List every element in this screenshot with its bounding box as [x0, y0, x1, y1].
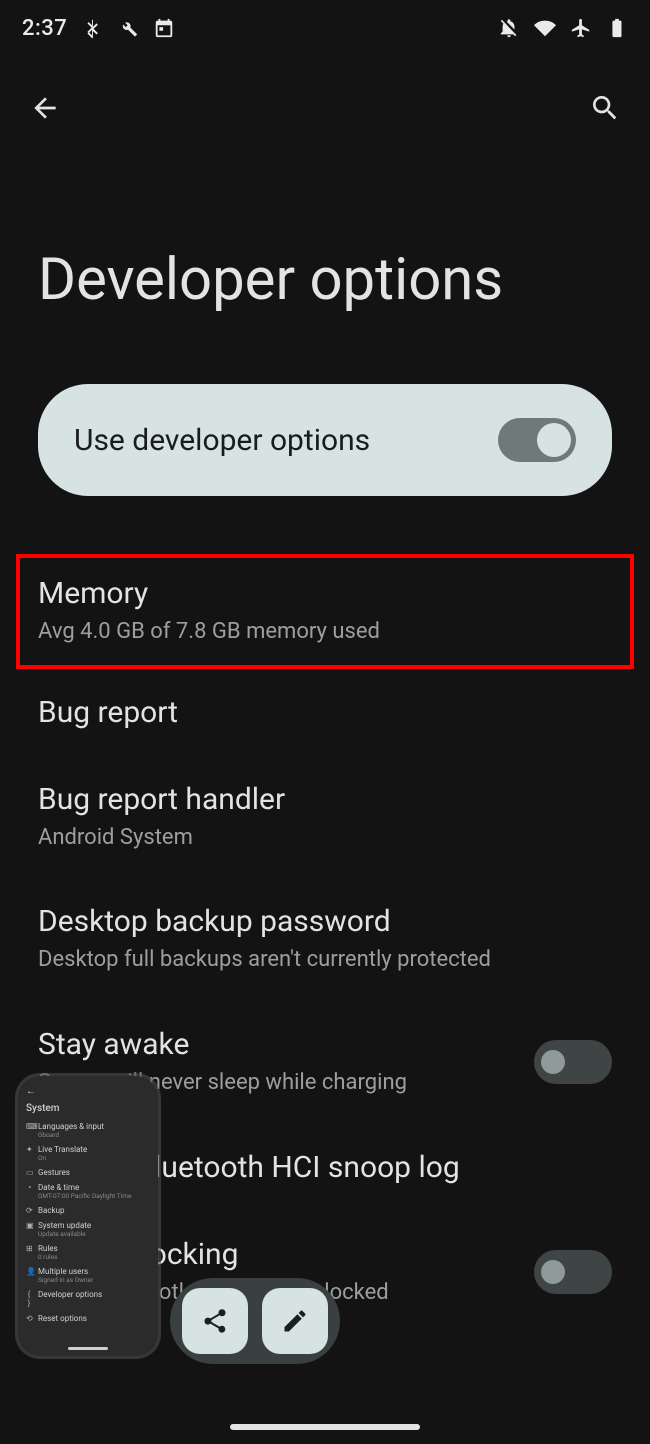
- master-toggle-label: Use developer options: [74, 423, 370, 458]
- thumb-row: ◔Date & timeGMT-07:00 Pacific Daylight T…: [26, 1183, 150, 1200]
- status-bar: 2:37: [0, 0, 650, 56]
- page-title: Developer options: [0, 136, 650, 354]
- stay-awake-switch[interactable]: [534, 1040, 612, 1084]
- thumb-row: ▭Gestures: [26, 1168, 150, 1177]
- bluetooth-icon: [81, 17, 103, 39]
- gesture-nav-bar[interactable]: [230, 1424, 420, 1430]
- edit-button[interactable]: [262, 1288, 328, 1354]
- share-button[interactable]: [182, 1288, 248, 1354]
- master-toggle-switch[interactable]: [498, 418, 576, 462]
- setting-bug-report-handler[interactable]: Bug report handler Android System: [0, 756, 650, 879]
- battery-icon: [606, 17, 628, 39]
- thumb-back-icon: ←: [26, 1086, 150, 1097]
- thumb-row: ▣System updateUpdate available: [26, 1221, 150, 1238]
- thumb-row: { }Developer options: [26, 1290, 150, 1308]
- status-right: [498, 17, 628, 39]
- screenshot-thumbnail[interactable]: ← System ⌨Languages & inputGboard ✦Live …: [18, 1076, 158, 1356]
- wifi-icon: [534, 17, 556, 39]
- thumb-row: ⌨Languages & inputGboard: [26, 1122, 150, 1139]
- screenshot-action-bar: [170, 1278, 340, 1364]
- thumb-title: System: [26, 1103, 150, 1114]
- setting-desktop-backup-password[interactable]: Desktop backup password Desktop full bac…: [0, 878, 650, 1001]
- status-left: 2:37: [22, 16, 175, 41]
- setting-summary: Desktop full backups aren't currently pr…: [38, 945, 612, 975]
- app-bar: [0, 56, 650, 136]
- thumb-row: ⟳Backup: [26, 1206, 150, 1215]
- calendar-icon: [153, 17, 175, 39]
- dnd-off-icon: [498, 17, 520, 39]
- thumb-row: ✦Live TranslateOn: [26, 1145, 150, 1162]
- setting-title: Bug report: [38, 695, 612, 730]
- setting-summary: Avg 4.0 GB of 7.8 GB memory used: [38, 617, 612, 647]
- thumb-home-indicator: [68, 1347, 108, 1350]
- setting-bug-report[interactable]: Bug report: [0, 669, 650, 756]
- setting-title: Memory: [38, 576, 612, 611]
- setting-title: Desktop backup password: [38, 904, 612, 939]
- status-time: 2:37: [22, 16, 67, 41]
- thumb-row: ⊞Rules0 rules: [26, 1244, 150, 1261]
- thumb-row: ⟲Reset options: [26, 1314, 150, 1323]
- setting-title: Stay awake: [38, 1027, 518, 1062]
- oem-unlock-switch[interactable]: [534, 1250, 612, 1294]
- airplane-icon: [570, 17, 592, 39]
- setting-memory[interactable]: Memory Avg 4.0 GB of 7.8 GB memory used: [16, 554, 634, 669]
- thumb-row: 👤Multiple usersSigned in as Owner: [26, 1267, 150, 1284]
- setting-title: Bug report handler: [38, 782, 612, 817]
- wrench-icon: [117, 17, 139, 39]
- master-toggle-card[interactable]: Use developer options: [38, 384, 612, 496]
- back-button[interactable]: [28, 91, 62, 125]
- search-button[interactable]: [588, 91, 622, 125]
- setting-summary: Android System: [38, 823, 612, 853]
